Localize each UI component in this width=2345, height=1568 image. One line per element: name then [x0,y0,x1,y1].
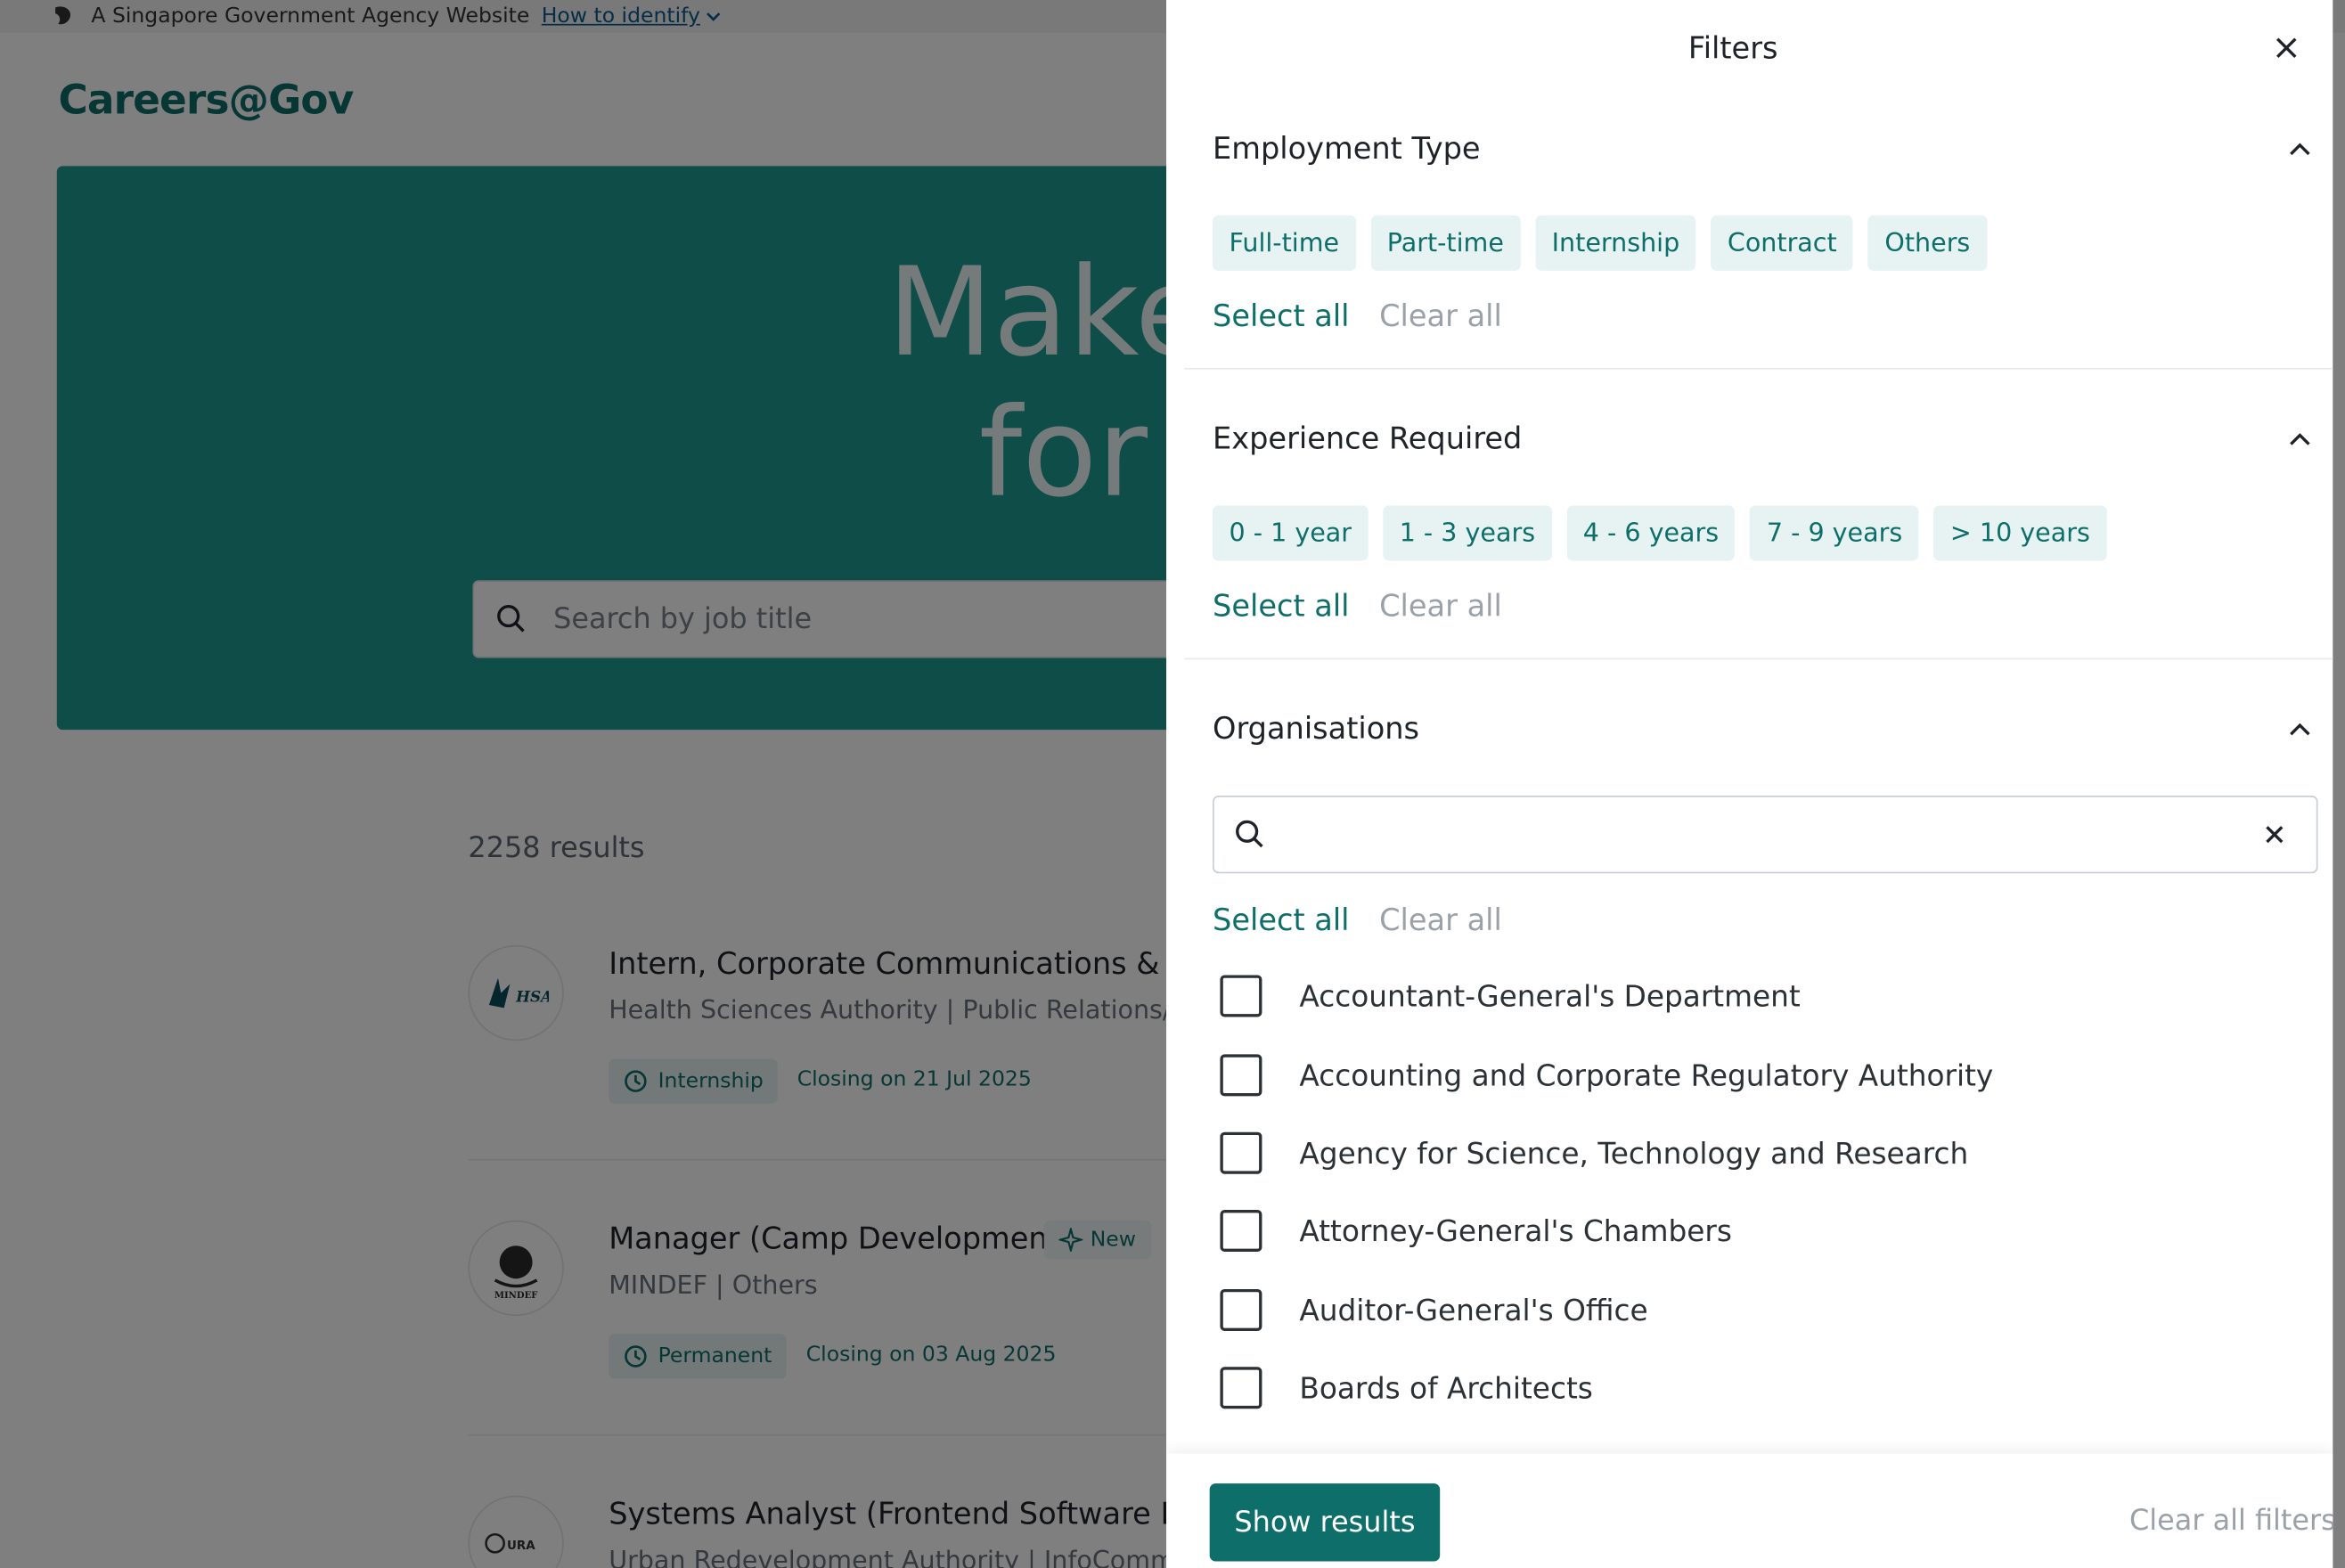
filters-footer: Show results Clear all filters [1166,1453,2333,1568]
chip-4-6-years[interactable]: 4 - 6 years [1566,505,1736,561]
organisation-checkbox-item[interactable]: Accounting and Corporate Regulatory Auth… [1220,1054,1994,1097]
section-divider [1184,367,2333,370]
filters-title: Filters [1687,29,1778,66]
collapse-experience-button[interactable] [2286,425,2313,452]
experience-chips: 0 - 1 year 1 - 3 years 4 - 6 years 7 - 9… [1213,505,2107,561]
organisations-clear-all-button[interactable]: Clear all [1379,902,1502,937]
organisation-search-field [1213,796,2318,874]
chevron-up-icon [2290,432,2310,445]
close-icon [2276,37,2297,58]
clear-search-button[interactable] [2259,820,2290,850]
organisation-checkbox-item[interactable]: Auditor-General's Office [1220,1288,1648,1331]
collapse-organisations-button[interactable] [2286,715,2313,741]
checkbox[interactable] [1220,1288,1262,1331]
collapse-employment-type-button[interactable] [2286,135,2313,161]
filters-drawer: Filters Employment Type Full-time Part-t… [1166,0,2333,1568]
organisation-checkbox-item[interactable]: Boards of Architects [1220,1367,1593,1409]
organisation-label: Boards of Architects [1299,1370,1593,1406]
checkbox[interactable] [1220,975,1262,1017]
chip-1-3-years[interactable]: 1 - 3 years [1383,505,1552,561]
chip-full-time[interactable]: Full-time [1213,215,1356,271]
organisation-checkbox-item[interactable]: Attorney-General's Chambers [1220,1209,1732,1252]
checkbox[interactable] [1220,1131,1262,1174]
checkbox[interactable] [1220,1054,1262,1097]
experience-clear-all-button[interactable]: Clear all [1379,588,1502,624]
chevron-up-icon [2290,142,2310,155]
experience-required-heading: Experience Required [1213,420,1523,456]
employment-type-chips: Full-time Part-time Internship Contract … [1213,215,1987,271]
organisation-label: Accounting and Corporate Regulatory Auth… [1299,1058,1994,1093]
organisation-label: Auditor-General's Office [1299,1293,1648,1327]
employment-select-all-button[interactable]: Select all [1213,298,1349,333]
close-icon [2266,826,2284,844]
chip-contract[interactable]: Contract [1711,215,1854,271]
organisation-checkbox-item[interactable]: Agency for Science, Technology and Resea… [1220,1131,1969,1174]
clear-all-filters-button[interactable]: Clear all filters [2129,1505,2333,1538]
organisation-search-input[interactable] [1282,819,2210,850]
chip-part-time[interactable]: Part-time [1370,215,1521,271]
organisation-checkbox-item[interactable]: Accountant-General's Department [1220,975,1801,1017]
chip-0-1-year[interactable]: 0 - 1 year [1213,505,1369,561]
chip-7-9-years[interactable]: 7 - 9 years [1750,505,1919,561]
chip-internship[interactable]: Internship [1535,215,1696,271]
employment-clear-all-button[interactable]: Clear all [1379,298,1502,333]
experience-select-all-button[interactable]: Select all [1213,588,1349,624]
organisation-label: Accountant-General's Department [1299,978,1801,1014]
organisation-label: Attorney-General's Chambers [1299,1213,1732,1248]
show-results-button[interactable]: Show results [1209,1483,1441,1562]
experience-actions: Select all Clear all [1213,588,1502,624]
organisation-label: Agency for Science, Technology and Resea… [1299,1135,1969,1171]
chip-10-plus-years[interactable]: > 10 years [1933,505,2107,561]
checkbox[interactable] [1220,1209,1262,1252]
close-filters-button[interactable] [2268,30,2304,66]
chevron-up-icon [2290,722,2310,735]
organisations-actions: Select all Clear all [1213,902,1502,937]
organisations-heading: Organisations [1213,710,1420,747]
section-divider [1184,657,2333,660]
organisations-select-all-button[interactable]: Select all [1213,902,1349,937]
search-icon [1236,820,1263,848]
checkbox[interactable] [1220,1367,1262,1409]
chip-others[interactable]: Others [1867,215,1987,271]
employment-type-heading: Employment Type [1213,130,1481,167]
employment-type-actions: Select all Clear all [1213,298,1502,333]
